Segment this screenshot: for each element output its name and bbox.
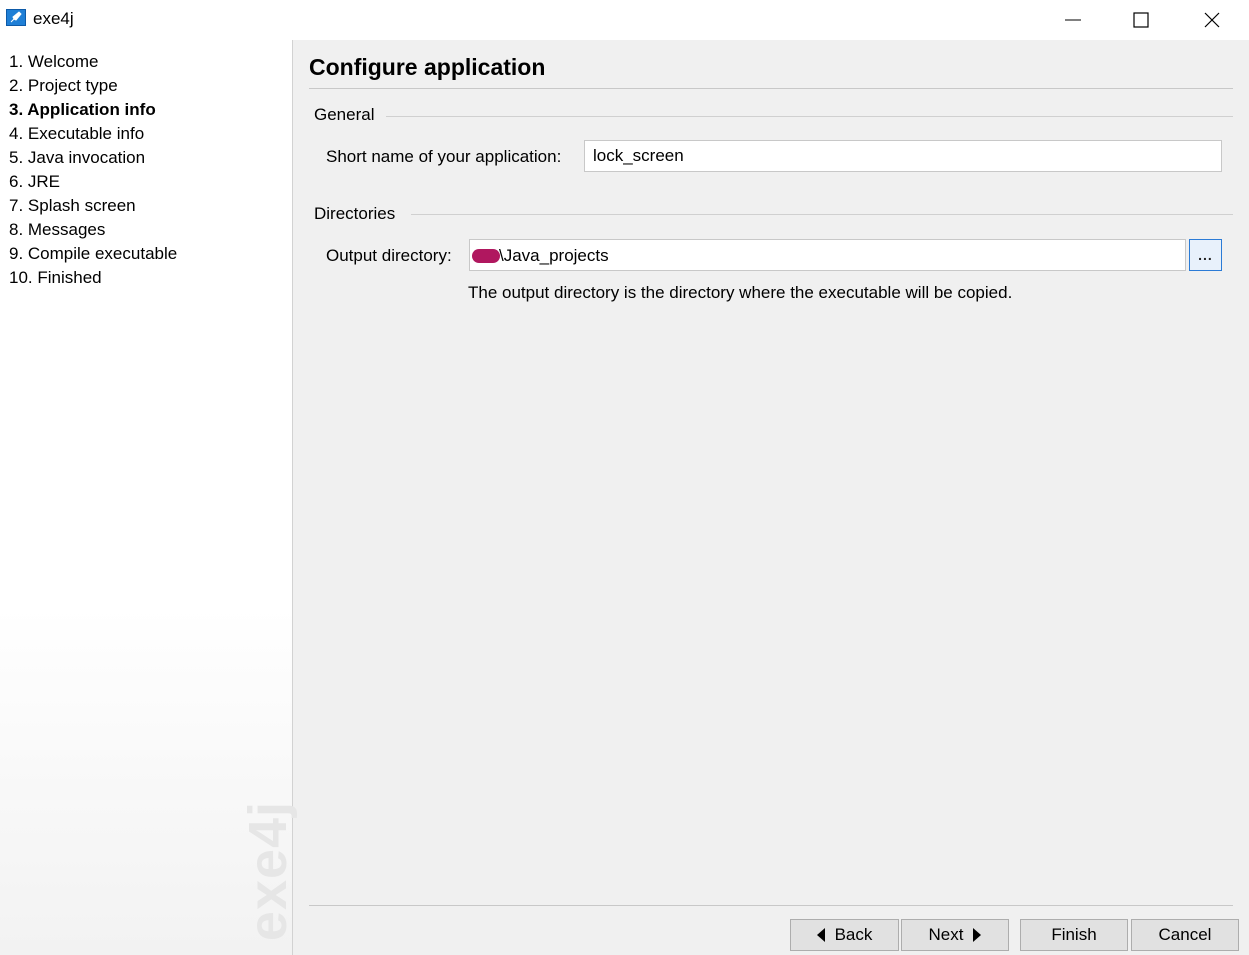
section-directories-label: Directories <box>314 204 396 223</box>
minimize-icon <box>1065 19 1081 21</box>
step-java-invocation[interactable]: 5. Java invocation <box>9 146 177 170</box>
output-directory-value: \Java_projects <box>499 246 609 265</box>
exe4j-watermark: exe4j <box>238 800 298 942</box>
step-jre[interactable]: 6. JRE <box>9 170 177 194</box>
back-button[interactable]: Back <box>790 919 899 951</box>
exe4j-rocket-icon <box>6 9 26 26</box>
step-list: 1. Welcome 2. Project type 3. Applicatio… <box>9 50 177 290</box>
main-panel: Configure application General Short name… <box>293 40 1249 955</box>
short-name-input[interactable] <box>584 140 1222 172</box>
maximize-icon <box>1133 12 1149 28</box>
close-icon <box>1204 12 1220 28</box>
section-directories-divider <box>411 214 1233 215</box>
short-name-label: Short name of your application: <box>326 147 562 166</box>
step-project-type[interactable]: 2. Project type <box>9 74 177 98</box>
finish-button[interactable]: Finish <box>1020 919 1128 951</box>
step-executable-info[interactable]: 4. Executable info <box>9 122 177 146</box>
step-messages[interactable]: 8. Messages <box>9 218 177 242</box>
output-directory-input[interactable]: \Java_projects <box>469 239 1186 271</box>
step-welcome[interactable]: 1. Welcome <box>9 50 177 74</box>
step-splash-screen[interactable]: 7. Splash screen <box>9 194 177 218</box>
cancel-button-label: Cancel <box>1158 925 1212 944</box>
step-application-info[interactable]: 3. Application info <box>9 98 177 122</box>
output-directory-hint: The output directory is the directory wh… <box>468 283 1013 302</box>
minimize-button[interactable] <box>1038 0 1108 40</box>
bottom-divider <box>309 905 1233 906</box>
step-compile-executable[interactable]: 9. Compile executable <box>9 242 177 266</box>
page-title: Configure application <box>309 54 546 80</box>
output-directory-label: Output directory: <box>326 246 452 265</box>
browse-directory-button[interactable]: ... <box>1189 239 1222 271</box>
back-button-label: Back <box>834 925 873 944</box>
window-title: exe4j <box>33 9 74 28</box>
title-divider <box>309 88 1233 89</box>
cancel-button[interactable]: Cancel <box>1131 919 1239 951</box>
finish-button-label: Finish <box>1051 925 1097 944</box>
next-button[interactable]: Next <box>901 919 1009 951</box>
maximize-button[interactable] <box>1106 0 1176 40</box>
section-general-divider <box>386 116 1233 117</box>
next-button-label: Next <box>928 925 964 944</box>
section-general-label: General <box>314 105 375 124</box>
arrow-right-icon <box>973 928 982 942</box>
wizard-steps-sidebar: 1. Welcome 2. Project type 3. Applicatio… <box>0 40 298 955</box>
step-finished[interactable]: 10. Finished <box>9 266 177 290</box>
redacted-path-segment <box>472 249 500 263</box>
title-bar: exe4j <box>0 0 1249 40</box>
arrow-left-icon <box>816 928 825 942</box>
close-button[interactable] <box>1177 0 1247 40</box>
